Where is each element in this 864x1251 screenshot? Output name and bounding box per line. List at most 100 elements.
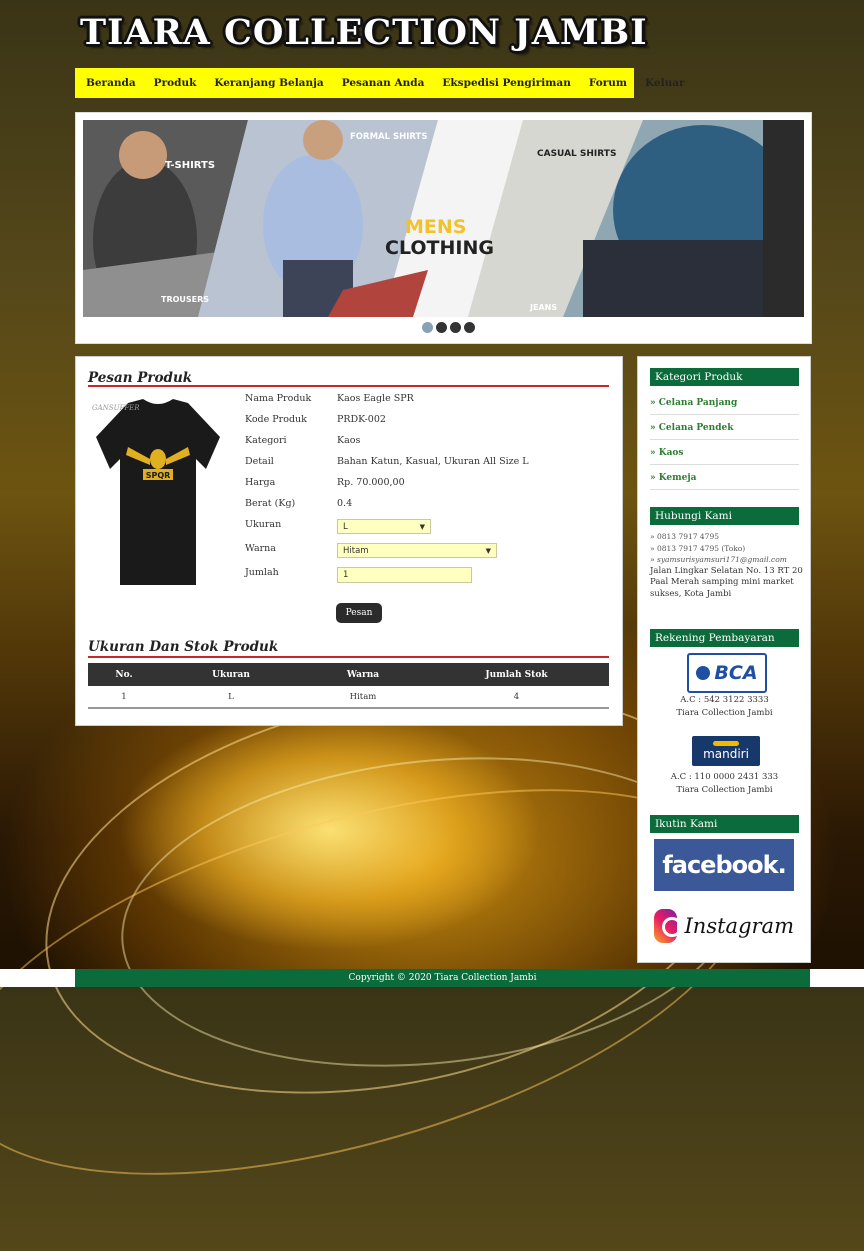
- dropdown-arrow-icon: ▼: [485, 546, 491, 555]
- detail-label: Harga: [245, 477, 276, 488]
- stock-header-no: No.: [88, 663, 160, 686]
- follow-heading: Ikutin Kami: [650, 815, 799, 833]
- detail-label: Kode Produk: [245, 414, 307, 425]
- black-tshirt-graphic: SPQR: [96, 399, 220, 585]
- slider-dot-3[interactable]: [450, 322, 461, 333]
- product-code: PRDK-002: [337, 414, 386, 425]
- banner-label-formal: FORMAL SHIRTS: [350, 132, 427, 142]
- category-link-celana-pendek[interactable]: » Celana Pendek: [650, 423, 799, 440]
- detail-label: Warna: [245, 543, 276, 554]
- product-weight: 0.4: [337, 498, 353, 509]
- bca-account-name: Tiara Collection Jambi: [676, 708, 773, 718]
- instagram-logo-text: Instagram: [684, 914, 794, 938]
- product-image-print: SPQR: [146, 471, 171, 480]
- nav-forum[interactable]: Forum: [580, 77, 636, 89]
- detail-row: Harga Rp. 70.000,00: [245, 477, 529, 498]
- detail-row: Warna Hitam ▼: [245, 543, 529, 567]
- bca-account-number: A.C : 542 3122 3333: [680, 695, 769, 705]
- contact-phone: » 0813 7917 4795: [650, 532, 720, 541]
- quantity-input[interactable]: 1: [337, 567, 472, 583]
- nav-ekspedisi-pengiriman[interactable]: Ekspedisi Pengiriman: [433, 77, 579, 89]
- product-price: Rp. 70.000,00: [337, 477, 405, 488]
- payment-heading: Rekening Pembayaran: [650, 629, 799, 647]
- nav-keluar[interactable]: Keluar: [636, 77, 694, 89]
- instagram-link[interactable]: Instagram: [654, 902, 794, 950]
- contact-info: » 0813 7917 4795 » 0813 7917 4795 (Toko)…: [650, 531, 805, 600]
- footer: Copyright © 2020 Tiara Collection Jambi: [75, 969, 810, 987]
- detail-label: Jumlah: [245, 567, 279, 578]
- contact-address: Jalan Lingkar Selatan No. 13 RT 20 Paal …: [650, 565, 803, 599]
- instagram-icon: [654, 909, 682, 943]
- detail-label: Detail: [245, 456, 274, 467]
- detail-label: Ukuran: [245, 519, 282, 530]
- banner-image[interactable]: T-SHIRTS FORMAL SHIRTS CASUAL SHIRTS MEN…: [83, 120, 804, 317]
- detail-row: Kategori Kaos: [245, 435, 529, 456]
- slider-dots: [422, 322, 475, 333]
- detail-row: Kode Produk PRDK-002: [245, 414, 529, 435]
- contact-phone-store: » 0813 7917 4795 (Toko): [650, 543, 746, 553]
- order-panel: Pesan Produk GANSUFFER SPQR Nama Produk K…: [75, 356, 623, 726]
- table-row: 1 L Hitam 4: [88, 686, 609, 709]
- bca-logo-text: BCA: [714, 662, 758, 684]
- stock-cell-no: 1: [88, 686, 160, 709]
- order-submit-button[interactable]: Pesan: [336, 603, 382, 623]
- nav-keranjang-belanja[interactable]: Keranjang Belanja: [205, 77, 332, 89]
- detail-label: Nama Produk: [245, 393, 312, 404]
- stock-section-title: Ukuran Dan Stok Produk: [88, 639, 279, 655]
- mandiri-account-name: Tiara Collection Jambi: [676, 785, 773, 795]
- banner-label-jeans: JEANS: [529, 303, 557, 312]
- banner-label-casual: CASUAL SHIRTS: [537, 149, 616, 159]
- product-image: GANSUFFER SPQR: [88, 397, 228, 597]
- category-link-kaos[interactable]: » Kaos: [650, 448, 799, 465]
- bca-logo: BCA: [687, 653, 767, 693]
- copyright-text: Copyright © 2020 Tiara Collection Jambi: [348, 973, 537, 983]
- detail-row: Ukuran L ▼: [245, 519, 529, 543]
- size-select[interactable]: L ▼: [337, 519, 431, 534]
- site-title: TIARA COLLECTION JAMBI: [80, 12, 648, 53]
- category-link-celana-panjang[interactable]: » Celana Panjang: [650, 398, 799, 415]
- bca-emblem-icon: [696, 666, 711, 680]
- slider-dot-1[interactable]: [422, 322, 433, 333]
- contact-heading: Hubungi Kami: [650, 507, 799, 525]
- stock-header-color: Warna: [302, 663, 424, 686]
- product-detail-table: Nama Produk Kaos Eagle SPR Kode Produk PRD…: [245, 393, 529, 591]
- mandiri-logo-text: mandiri: [703, 747, 749, 761]
- stock-table: No. Ukuran Warna Jumlah Stok 1 L Hitam 4: [88, 663, 609, 709]
- nav-pesanan-anda[interactable]: Pesanan Anda: [333, 77, 434, 89]
- stock-header-size: Ukuran: [160, 663, 302, 686]
- detail-row: Detail Bahan Katun, Kasual, Ukuran All Si…: [245, 456, 529, 477]
- mandiri-wave-icon: [713, 741, 739, 746]
- banner-label-mens: MENS: [405, 216, 466, 238]
- sidebar: Kategori Produk » Celana Panjang » Celan…: [637, 356, 811, 963]
- color-select-value: Hitam: [343, 545, 369, 556]
- detail-row: Jumlah 1: [245, 567, 529, 591]
- stock-cell-qty: 4: [424, 686, 609, 709]
- detail-row: Nama Produk Kaos Eagle SPR: [245, 393, 529, 414]
- main-navbar: Beranda Produk Keranjang Belanja Pesanan…: [75, 68, 685, 98]
- product-name: Kaos Eagle SPR: [337, 393, 414, 404]
- nav-beranda[interactable]: Beranda: [75, 77, 145, 89]
- banner-label-tshirts: T-SHIRTS: [165, 160, 215, 171]
- mandiri-account-info: A.C : 110 0000 2431 333 Tiara Collection…: [650, 771, 799, 797]
- contact-email[interactable]: » syamsurisyamsuri171@gmail.com: [650, 554, 805, 566]
- nav-produk[interactable]: Produk: [145, 77, 206, 89]
- size-select-value: L: [343, 521, 348, 532]
- slider-dot-4[interactable]: [464, 322, 475, 333]
- product-category: Kaos: [337, 435, 361, 446]
- detail-label: Berat (Kg): [245, 498, 296, 509]
- bca-account-info: A.C : 542 3122 3333 Tiara Collection Jam…: [650, 694, 799, 720]
- order-section-title: Pesan Produk: [88, 370, 193, 386]
- mandiri-logo: mandiri: [692, 736, 760, 766]
- stock-title-divider: [88, 656, 609, 658]
- banner-slider: T-SHIRTS FORMAL SHIRTS CASUAL SHIRTS MEN…: [75, 112, 812, 344]
- stock-table-header: No. Ukuran Warna Jumlah Stok: [88, 663, 609, 686]
- slider-dot-2[interactable]: [436, 322, 447, 333]
- detail-label: Kategori: [245, 435, 287, 446]
- mandiri-account-number: A.C : 110 0000 2431 333: [670, 772, 779, 782]
- color-select[interactable]: Hitam ▼: [337, 543, 497, 558]
- category-link-kemeja[interactable]: » Kemeja: [650, 473, 799, 490]
- dropdown-arrow-icon: ▼: [419, 522, 425, 531]
- mens-clothing-banner-graphic: T-SHIRTS FORMAL SHIRTS CASUAL SHIRTS MEN…: [83, 120, 804, 317]
- facebook-link[interactable]: facebook.: [654, 839, 794, 891]
- banner-label-trousers: TROUSERS: [161, 295, 209, 304]
